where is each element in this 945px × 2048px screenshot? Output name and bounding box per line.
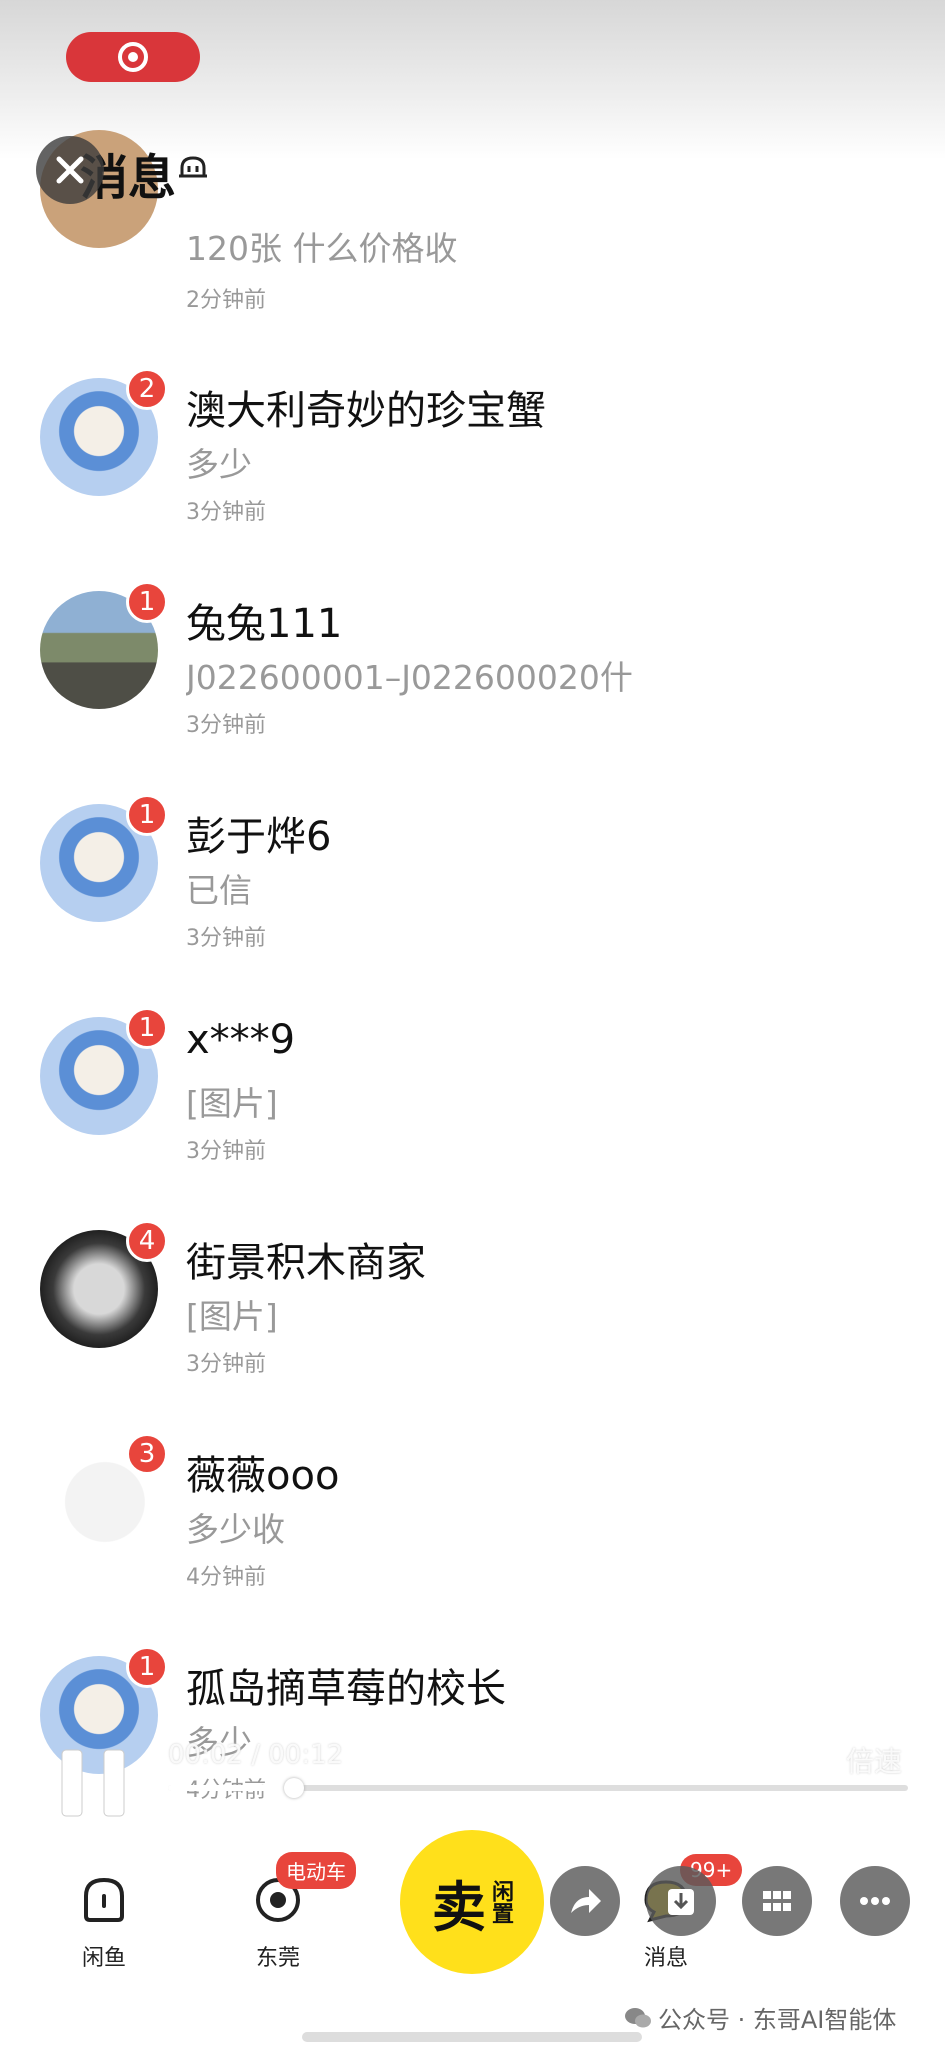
sell-label: 卖 [432,1875,486,1939]
share-button[interactable] [550,1866,620,1936]
message-time: 4分钟前 [186,1565,266,1590]
unread-badge: 1 [126,1646,168,1688]
contact-name: 孤岛摘草莓的校长 [186,1666,506,1712]
sell-sub-label: 闲置 [488,1880,513,1924]
home-icon [84,1877,124,1922]
progress-handle[interactable] [283,1778,304,1798]
page-header: 消息 [0,130,945,210]
unread-badge: 1 [126,794,168,836]
contact-name: 澳大利奇妙的珍宝蟹 [186,388,546,434]
unread-badge: 1 [126,581,168,623]
tab-home[interactable]: 闲鱼 [44,1870,164,1972]
sell-button[interactable]: 卖 闲置 [400,1830,544,1974]
message-preview: [图片] [186,1297,278,1336]
conversation-list: 2 澳大利奇妙的珍宝蟹 多少 3分钟前 1 兔兔111 J022600001–J… [0,368,945,1859]
message-preview: [图片] [186,1084,278,1123]
message-time: 3分钟前 [186,500,266,525]
list-item[interactable]: 1 x***9 [图片] 3分钟前 [0,1007,945,1220]
message-time: 3分钟前 [186,1139,266,1164]
contact-name: x***9 [186,1017,296,1063]
home-indicator[interactable] [302,2032,642,2042]
wechat-icon [625,2007,651,2027]
more-icon [860,1897,890,1905]
unread-badge: 3 [126,1433,168,1475]
watermark: 公众号 · 东哥AI智能体 [624,2000,896,2035]
message-time: 3分钟前 [186,1352,266,1377]
list-item[interactable]: 2 澳大利奇妙的珍宝蟹 多少 3分钟前 [0,368,945,581]
apps-button[interactable] [742,1866,812,1936]
download-icon [668,1889,694,1915]
speed-button[interactable]: 倍速 [846,1740,902,1780]
message-time: 3分钟前 [186,926,266,951]
message-preview: J022600001–J0226000​20什 [186,658,633,697]
video-player-controls: 00:02 / 00:12 倍速 [0,1720,945,1830]
unread-badge: 2 [126,368,168,410]
list-item[interactable]: 4 街景积木商家 [图片] 3分钟前 [0,1220,945,1433]
tab-home-label: 闲鱼 [81,1946,126,1971]
screen-record-indicator[interactable] [66,32,200,82]
contact-name: 兔兔111 [186,601,343,647]
close-button[interactable] [36,136,104,204]
unread-badge: 4 [126,1220,168,1262]
contact-name: 薇薇ooo [186,1453,340,1499]
message-preview: 120张 什么价格收 [186,229,458,268]
watermark-text: 公众号 · 东哥AI智能体 [658,2006,897,2034]
unread-badge: 1 [126,1007,168,1049]
message-preview: 多少 [186,445,252,484]
progress-fill [168,1785,294,1791]
message-time: 2分钟前 [186,288,266,313]
current-time: 00:02 [168,1740,243,1770]
message-preview: 多少收 [186,1510,285,1549]
list-item[interactable]: 1 彭于烨6 已信 3分钟前 [0,794,945,1007]
close-icon [56,156,84,184]
tab-local-label: 东莞 [255,1946,300,1971]
list-item[interactable]: 3 薇薇ooo 多少收 4分钟前 [0,1433,945,1646]
message-time: 3分钟前 [186,713,266,738]
contact-name: 街景积木商家 [186,1240,426,1286]
list-item[interactable]: 1 兔兔111 J022600001–J0226000​20什 3分钟前 [0,581,945,794]
contact-name: 彭于烨6 [186,814,332,860]
progress-bar[interactable] [168,1778,908,1798]
more-button[interactable] [840,1866,910,1936]
playback-time: 00:02 / 00:12 [168,1740,343,1770]
time-separator: / [251,1740,260,1770]
share-icon [571,1889,601,1913]
total-time: 00:12 [268,1740,344,1770]
local-tag-badge: 电动车 [276,1852,356,1889]
tab-messages-label: 消息 [643,1946,688,1971]
message-preview: 已信 [186,871,252,910]
record-icon [118,42,148,72]
pause-icon[interactable] [60,1748,126,1822]
grid-icon [763,1891,791,1911]
notification-settings-icon[interactable] [176,150,210,188]
download-button[interactable] [646,1866,716,1936]
